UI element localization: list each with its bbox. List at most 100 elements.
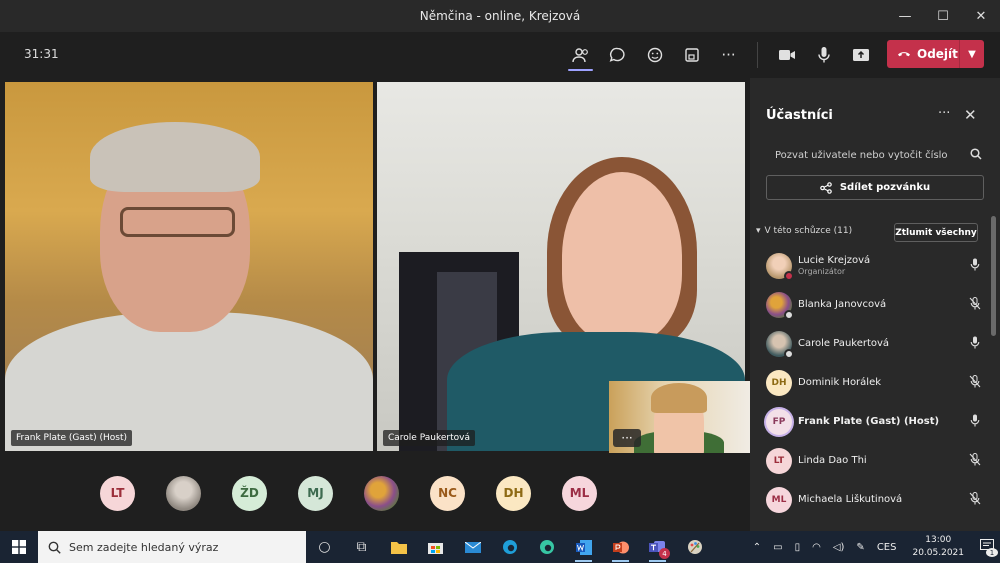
paint-button[interactable] — [676, 531, 713, 563]
teams-button[interactable]: 4 — [639, 531, 676, 563]
video-name-label: Frank Plate (Gast) (Host) — [11, 430, 132, 446]
share-invite-label: Sdílet pozvánku — [839, 182, 931, 193]
camera-icon — [778, 50, 795, 60]
file-explorer-button[interactable] — [380, 531, 417, 563]
avatar[interactable]: ŽD — [232, 475, 267, 511]
list-item[interactable]: DH Dominik Horálek — [750, 363, 990, 402]
paint-palette-icon — [687, 540, 702, 554]
cortana-button[interactable]: ○ — [306, 531, 343, 563]
avatar: DH — [766, 369, 792, 396]
self-view-more-button[interactable]: ··· — [613, 429, 641, 447]
status-badge — [784, 309, 794, 320]
close-window-button[interactable]: ✕ — [962, 0, 1000, 32]
avatar[interactable]: MJ — [298, 475, 333, 511]
people-icon — [571, 48, 588, 63]
breakout-rooms-icon — [684, 48, 699, 62]
avatar: ML — [766, 486, 792, 513]
word-icon — [575, 539, 592, 555]
reactions-button[interactable] — [636, 32, 673, 78]
meeting-timer: 31:31 — [24, 47, 59, 61]
microphone-muted-icon — [960, 452, 990, 469]
participants-panel: Účastníci ··· ✕ Pozvat uživatele nebo vy… — [750, 78, 1000, 531]
avatar[interactable]: NC — [430, 475, 465, 511]
panel-title: Účastníci — [766, 108, 833, 123]
mute-all-button[interactable]: Ztlumit všechny — [894, 223, 978, 242]
share-screen-icon — [852, 48, 869, 61]
hand-icon — [647, 47, 662, 63]
self-view-hair — [651, 383, 707, 413]
avatar[interactable] — [166, 475, 201, 511]
meeting-controls: ··· — [562, 32, 879, 78]
wifi-icon[interactable]: ◠ — [806, 542, 827, 553]
participant-name: Blanka Janovcová — [798, 299, 887, 310]
panel-scrollbar[interactable] — [991, 216, 996, 336]
chevron-up-icon[interactable]: ⌃ — [747, 542, 767, 553]
powerpoint-button[interactable] — [602, 531, 639, 563]
list-item[interactable]: LT Linda Dao Thi — [750, 441, 990, 480]
participant-video-glasses — [120, 207, 235, 237]
notification-count: 1 — [986, 548, 998, 557]
camera-button[interactable] — [768, 32, 805, 78]
list-item[interactable]: Lucie Krejzová Organizátor — [750, 246, 990, 285]
invite-input[interactable]: Pozvat uživatele nebo vytočit číslo — [766, 142, 986, 168]
list-item[interactable]: Blanka Janovcová — [750, 285, 990, 324]
participant-video-face — [562, 172, 682, 342]
microphone-icon — [960, 258, 990, 274]
leave-options-dropdown[interactable]: ▼ — [959, 40, 984, 68]
notifications-button[interactable]: 1 — [974, 539, 1000, 557]
pen-icon[interactable]: ✎ — [850, 542, 870, 553]
invite-placeholder: Pozvat uživatele nebo vytočit číslo — [775, 149, 948, 161]
microphone-muted-icon — [960, 296, 990, 313]
participant-role: Organizátor — [798, 267, 846, 276]
video-tile-frank[interactable]: Frank Plate (Gast) (Host) — [5, 82, 373, 451]
participant-name: Frank Plate (Gast) (Host) — [798, 416, 940, 427]
search-icon — [48, 541, 61, 554]
mail-button[interactable] — [454, 531, 491, 563]
maximize-button[interactable]: ☐ — [924, 0, 962, 32]
share-screen-button[interactable] — [842, 32, 879, 78]
volume-icon[interactable]: ◁) — [827, 542, 851, 553]
participants-button[interactable] — [562, 32, 599, 78]
section-toggle[interactable]: ▾ V této schůzce (11) — [756, 226, 852, 236]
rooms-button[interactable] — [673, 32, 710, 78]
minimize-button[interactable]: — — [886, 0, 924, 32]
share-icon — [820, 181, 832, 194]
word-button[interactable] — [565, 531, 602, 563]
chat-button[interactable] — [599, 32, 636, 78]
usb-icon[interactable]: ▭ — [767, 542, 788, 553]
leave-button[interactable]: Odejít ▼ — [887, 40, 984, 68]
avatar[interactable]: ML — [562, 475, 597, 511]
battery-icon[interactable]: ▯ — [789, 542, 807, 553]
task-view-button[interactable]: ⧉ — [343, 531, 380, 563]
panel-more-button[interactable]: ··· — [938, 106, 950, 121]
avatar[interactable]: DH — [496, 475, 531, 511]
avatar — [766, 291, 794, 320]
list-item[interactable]: Carole Paukertová — [750, 324, 990, 363]
self-view-video[interactable]: ··· — [609, 381, 750, 453]
avatar — [766, 252, 794, 281]
list-item[interactable]: FP Frank Plate (Gast) (Host) — [750, 402, 990, 441]
panel-close-button[interactable]: ✕ — [964, 106, 977, 124]
toolbar-divider — [757, 42, 758, 68]
language-indicator[interactable]: CES — [871, 542, 903, 553]
taskbar-search-input[interactable]: Sem zadejte hledaný výraz — [38, 531, 306, 563]
cortana-icon: ○ — [318, 539, 331, 555]
participant-name: Carole Paukertová — [798, 338, 890, 349]
share-invite-button[interactable]: Sdílet pozvánku — [766, 175, 984, 200]
microphone-button[interactable] — [805, 32, 842, 78]
avatar[interactable]: LT — [100, 475, 135, 511]
teams-badge: 4 — [659, 548, 670, 559]
leave-main[interactable]: Odejít — [887, 47, 959, 61]
clock[interactable]: 13:00 20.05.2021 — [902, 534, 974, 560]
edge-dev-button[interactable] — [528, 531, 565, 563]
list-item[interactable]: ML Michaela Liškutinová — [750, 480, 990, 519]
store-button[interactable] — [417, 531, 454, 563]
start-button[interactable] — [0, 531, 38, 563]
participant-video-hair — [90, 122, 260, 192]
edge-button[interactable] — [491, 531, 528, 563]
microphone-icon — [960, 414, 990, 430]
more-actions-button[interactable]: ··· — [710, 32, 747, 78]
avatar[interactable] — [364, 475, 399, 511]
video-name-label: Carole Paukertová — [383, 430, 475, 446]
search-icon — [966, 147, 986, 163]
